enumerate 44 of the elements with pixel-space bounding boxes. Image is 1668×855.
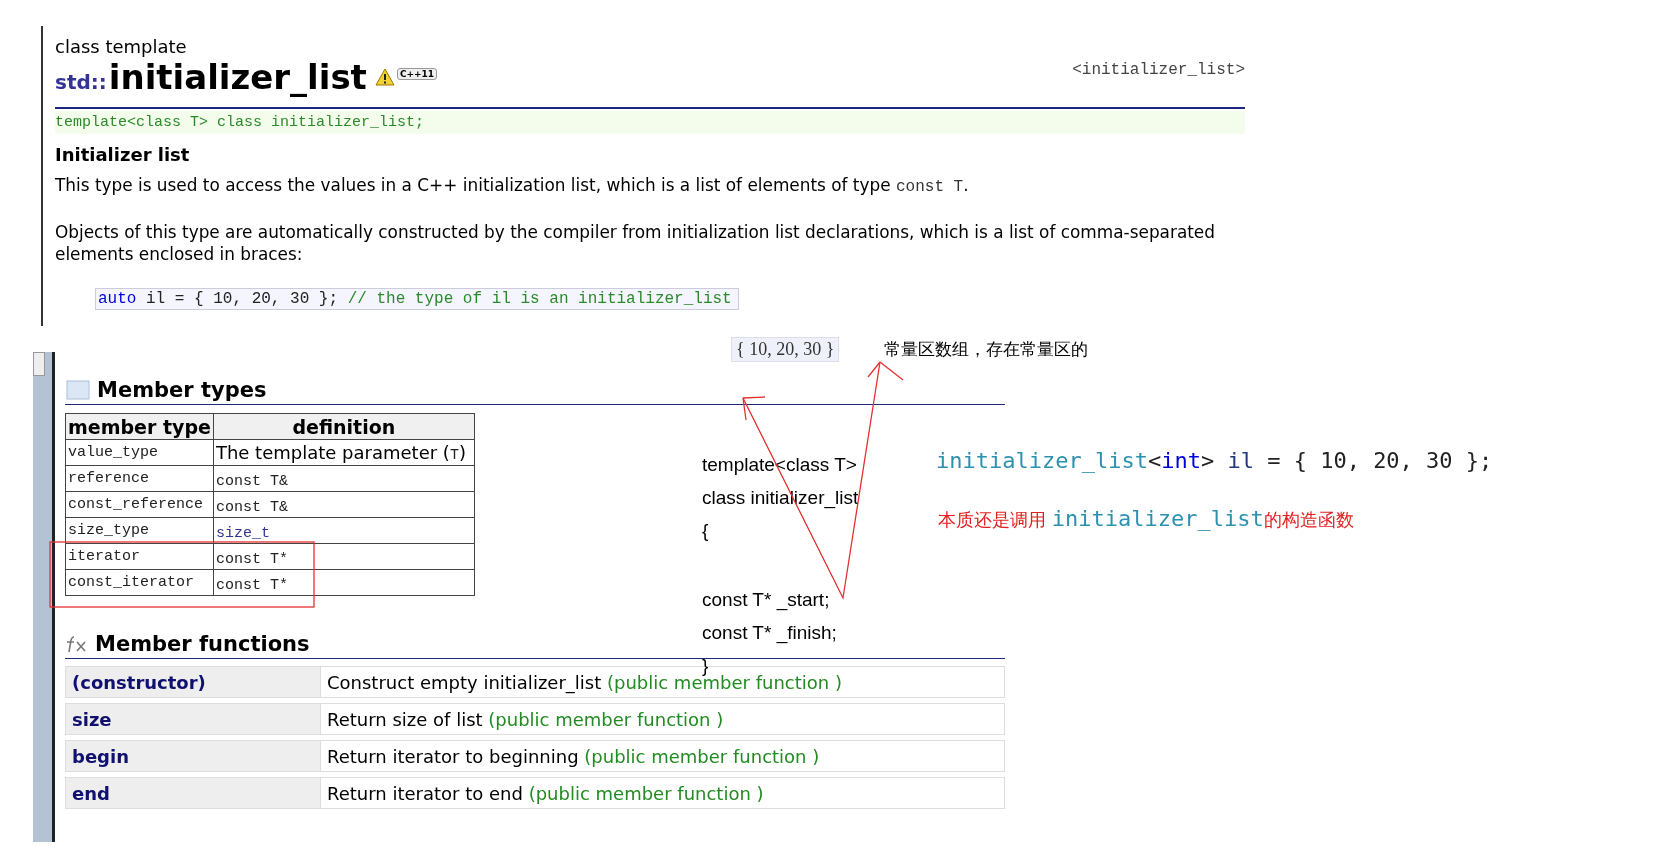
code-line: const T* _finish; (702, 621, 837, 646)
box-icon (65, 379, 91, 402)
table-cell: The template parameter (T) (213, 439, 475, 466)
code-line: const T* _start; (702, 588, 830, 613)
table-cell: iterator (65, 543, 214, 570)
collapse-handle[interactable] (33, 352, 45, 377)
annotation-note: 本质还是调用 initializer_list的构造函数 (938, 506, 1354, 532)
table-cell: const T* (213, 569, 475, 596)
table-cell: size_t (213, 517, 475, 544)
column-header: definition (213, 413, 475, 440)
code-snippet: { 10, 20, 30 } (731, 337, 840, 362)
version-badge: C++11 (396, 68, 438, 80)
code-line: initializer_list<int> il = { 10, 20, 30 }; (936, 448, 1493, 473)
function-link[interactable]: begin (66, 741, 321, 772)
table-cell: const T* (213, 543, 475, 570)
function-link[interactable]: size (66, 704, 321, 735)
table-cell: const T& (213, 465, 475, 492)
code-line: { (702, 519, 709, 543)
table-cell: value_type (65, 439, 214, 466)
table-cell: const T& (213, 491, 475, 518)
page-title: initializer_list (108, 57, 367, 97)
annotation-note: 常量区数组，存在常量区的 (884, 338, 1088, 361)
section-heading: Member types (97, 378, 267, 403)
function-icon (65, 634, 89, 655)
example-code: auto il = { 10, 20, 30 }; // the type of il is an initializer_list (95, 288, 739, 311)
description-paragraph: This type is used to access the values in a C++ initialization list, which is a list of elements of type const T. (55, 174, 970, 198)
description-paragraph: Objects of this type are automatically constructed by the compiler from initialization list declarations, which is a list of comma-separated elements enclosed in braces: (55, 220, 1216, 267)
table-cell: const_reference (65, 491, 214, 518)
function-description: Return iterator to beginning (public member function ) (326, 745, 820, 767)
section-title: Initializer list (55, 144, 191, 165)
function-link[interactable]: end (66, 778, 321, 809)
warning-icon (374, 68, 395, 86)
kind-label: class template (55, 36, 188, 57)
function-description: Return size of list (public member function ) (326, 708, 724, 730)
header-file-label: <initializer_list> (1072, 61, 1245, 79)
table-cell: size_type (65, 517, 214, 544)
namespace-label: std:: (55, 70, 107, 94)
function-description: Return iterator to end (public member function ) (326, 782, 764, 804)
column-header: member type (65, 413, 214, 440)
function-link[interactable]: (constructor) (66, 667, 321, 698)
section-heading: Member functions (95, 632, 310, 657)
table-cell: const_iterator (65, 569, 214, 596)
table-cell: reference (65, 465, 214, 492)
declaration-code: template<class T> class initializer_list; (55, 111, 1245, 134)
